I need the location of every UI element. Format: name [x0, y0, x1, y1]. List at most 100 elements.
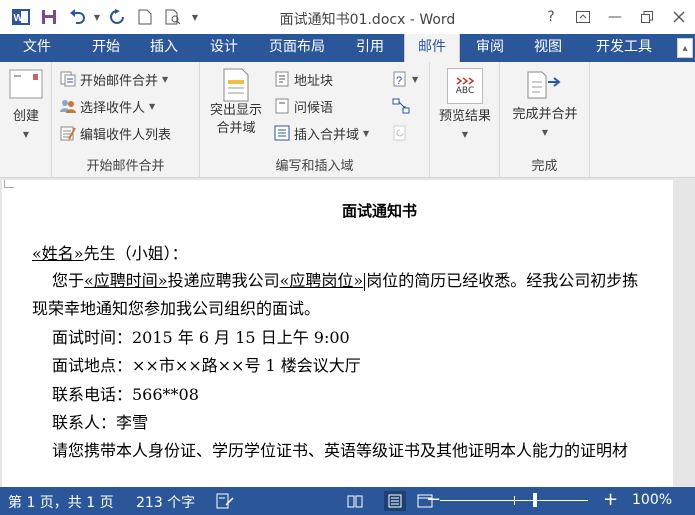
- finish-merge-icon: [526, 68, 564, 102]
- edit-list-icon: [60, 125, 76, 141]
- zoom-center-tick: [514, 496, 515, 505]
- p1-mid: 投递应聘我公司: [167, 271, 280, 290]
- rules-icon: ?: [392, 71, 408, 87]
- print-layout-icon[interactable]: [384, 491, 406, 511]
- group-write-insert-fields: 突出显示 合并域 地址块 问候语 插入合并域 ▼ ? ▼ 编写和插入域: [200, 62, 430, 178]
- update-labels-button[interactable]: [392, 122, 408, 144]
- preview-abc-icon: ABC: [447, 68, 483, 104]
- address-block-button[interactable]: 地址块: [274, 68, 333, 90]
- minimize-button[interactable]: —: [599, 0, 631, 34]
- insert-merge-field-button[interactable]: 插入合并域 ▼: [274, 122, 369, 144]
- ribbon-tab-bar: 文件 开始 插入 设计 页面布局 引用 邮件 审阅 视图 开发工具 ▴: [0, 34, 695, 62]
- help-button[interactable]: ?: [535, 0, 567, 34]
- tab-developer[interactable]: 开发工具: [584, 34, 664, 62]
- collapse-ribbon-icon[interactable]: ▴: [677, 38, 693, 58]
- insert-merge-field-icon: [274, 125, 290, 141]
- document-title: 面试通知书: [342, 202, 418, 220]
- page-count[interactable]: 第 1 页，共 1 页: [8, 492, 114, 512]
- greeting-line-button[interactable]: 问候语: [274, 95, 333, 117]
- group-start-mail-merge-label: 开始邮件合并: [86, 159, 165, 174]
- preview-results-button[interactable]: ABC 预览结果 ▼: [434, 68, 496, 144]
- highlight-fields-icon: [222, 68, 250, 102]
- greeting-line-icon: [274, 98, 290, 114]
- abc-text: ABC: [455, 86, 475, 96]
- chevron-down-icon: ▼: [412, 74, 419, 84]
- tab-design[interactable]: 设计: [196, 34, 252, 62]
- rules-button[interactable]: ? ▼: [392, 68, 418, 90]
- create-label: 创建: [12, 109, 39, 124]
- zoom-out-button[interactable]: −: [426, 489, 441, 510]
- document-page[interactable]: 面试通知书 «姓名»先生（小姐）： 您于«应聘时间»投递应聘我公司«应聘岗位» 岗…: [2, 180, 673, 487]
- tab-page-layout[interactable]: 页面布局: [258, 34, 336, 62]
- finish-merge-label: 完成并合并: [512, 107, 578, 122]
- group-start-mail-merge: 开始邮件合并 ▼ 选择收件人 ▼ 编辑收件人列表 开始邮件合并: [52, 62, 200, 178]
- edit-recipient-list-label: 编辑收件人列表: [80, 127, 172, 143]
- close-icon[interactable]: [663, 0, 695, 34]
- p1-end: 岗位的简历已经收悉。经我公司初步拣: [366, 271, 639, 290]
- status-bar: 第 1 页，共 1 页 213 个字 − + 100%: [0, 487, 695, 515]
- tab-home[interactable]: 开始: [78, 34, 134, 62]
- start-mail-merge-label: 开始邮件合并: [80, 73, 159, 89]
- start-mail-merge-button[interactable]: 开始邮件合并 ▼: [60, 68, 168, 90]
- word-count[interactable]: 213 个字: [136, 492, 195, 512]
- tab-file[interactable]: 文件: [0, 34, 74, 62]
- match-fields-button[interactable]: [392, 95, 410, 117]
- tab-view[interactable]: 视图: [520, 34, 576, 62]
- address-block-label: 地址块: [294, 73, 334, 89]
- recipients-icon: [60, 98, 76, 114]
- ribbon-display-options-icon[interactable]: [567, 0, 599, 34]
- merge-field-name[interactable]: «姓名»: [32, 244, 84, 263]
- zoom-level[interactable]: 100%: [632, 492, 672, 508]
- insert-merge-field-label: 插入合并域: [294, 127, 360, 143]
- ribbon-mailings: 创建 ▼ 开始邮件合并 ▼ 选择收件人 ▼ 编辑收件人列表 开始邮件合并 突出显…: [0, 62, 695, 178]
- group-preview-results: ABC 预览结果 ▼: [430, 62, 500, 178]
- chevron-down-icon: ▼: [162, 74, 169, 84]
- merge-field-position[interactable]: «应聘岗位»: [280, 271, 364, 290]
- update-labels-icon: [392, 125, 408, 141]
- highlight-merge-fields-button[interactable]: 突出显示 合并域: [202, 68, 270, 138]
- edit-recipient-list-button[interactable]: 编辑收件人列表: [60, 122, 171, 144]
- zoom-slider-thumb[interactable]: [533, 493, 537, 507]
- chevron-down-icon: ▼: [363, 128, 370, 138]
- tab-insert[interactable]: 插入: [136, 34, 192, 62]
- group-finish-label: 完成: [531, 159, 558, 174]
- read-mode-icon[interactable]: [344, 491, 366, 511]
- address-block-icon: [274, 71, 290, 87]
- tab-review[interactable]: 审阅: [462, 34, 518, 62]
- create-dropdown-icon: ▼: [22, 130, 30, 139]
- tab-references[interactable]: 引用: [342, 34, 398, 62]
- greeting-text: 先生（小姐）：: [83, 244, 188, 263]
- title-bar: W ▼ ▼ 面试通知书01.docx - Word ? —: [0, 0, 695, 34]
- paragraph-1-line-2: 现荣幸地通知您参加我公司组织的面试。: [32, 299, 321, 318]
- preview-results-label: 预览结果: [438, 109, 491, 124]
- chevron-down-icon: ▼: [541, 128, 549, 137]
- chevron-down-icon: ▼: [461, 130, 469, 139]
- highlight-fields-label-2: 合并域: [216, 121, 256, 136]
- zoom-in-button[interactable]: +: [603, 489, 618, 510]
- merge-field-apply-time[interactable]: «应聘时间»: [84, 271, 168, 290]
- start-merge-icon: [60, 71, 76, 87]
- highlight-fields-label-1: 突出显示: [209, 103, 262, 118]
- group-finish: 完成并合并 ▼ 完成: [500, 62, 590, 178]
- select-recipients-label: 选择收件人: [80, 100, 146, 116]
- create-button[interactable]: 创建 ▼: [4, 68, 48, 144]
- vertical-scrollbar[interactable]: [675, 178, 695, 487]
- envelope-icon: [9, 68, 43, 100]
- match-fields-icon: [392, 98, 410, 114]
- contact-person: 联系人：李雪: [52, 413, 149, 432]
- tab-mailings[interactable]: 邮件: [404, 34, 460, 62]
- restore-icon[interactable]: [631, 0, 663, 34]
- chevron-down-icon: ▼: [149, 101, 156, 111]
- svg-text:?: ?: [396, 75, 402, 87]
- finish-merge-button[interactable]: 完成并合并 ▼: [502, 68, 588, 142]
- paragraph-1: 您于«应聘时间»投递应聘我公司«应聘岗位» 岗位的简历已经收悉。经我公司初步拣: [52, 267, 638, 291]
- greeting-line-label: 问候语: [294, 100, 334, 116]
- document-area: 面试通知书 «姓名»先生（小姐）： 您于«应聘时间»投递应聘我公司«应聘岗位» 岗…: [0, 178, 695, 487]
- p1-start: 您于: [52, 271, 85, 290]
- proofing-icon[interactable]: [216, 493, 234, 513]
- bring-documents-line: 请您携带本人身份证、学历学位证书、英语等级证书及其他证明本人能力的证明材: [52, 441, 629, 460]
- window-controls: ? —: [535, 0, 695, 34]
- group-create: 创建 ▼: [0, 62, 52, 178]
- greeting-line: «姓名»先生（小姐）：: [32, 240, 188, 264]
- select-recipients-button[interactable]: 选择收件人 ▼: [60, 95, 155, 117]
